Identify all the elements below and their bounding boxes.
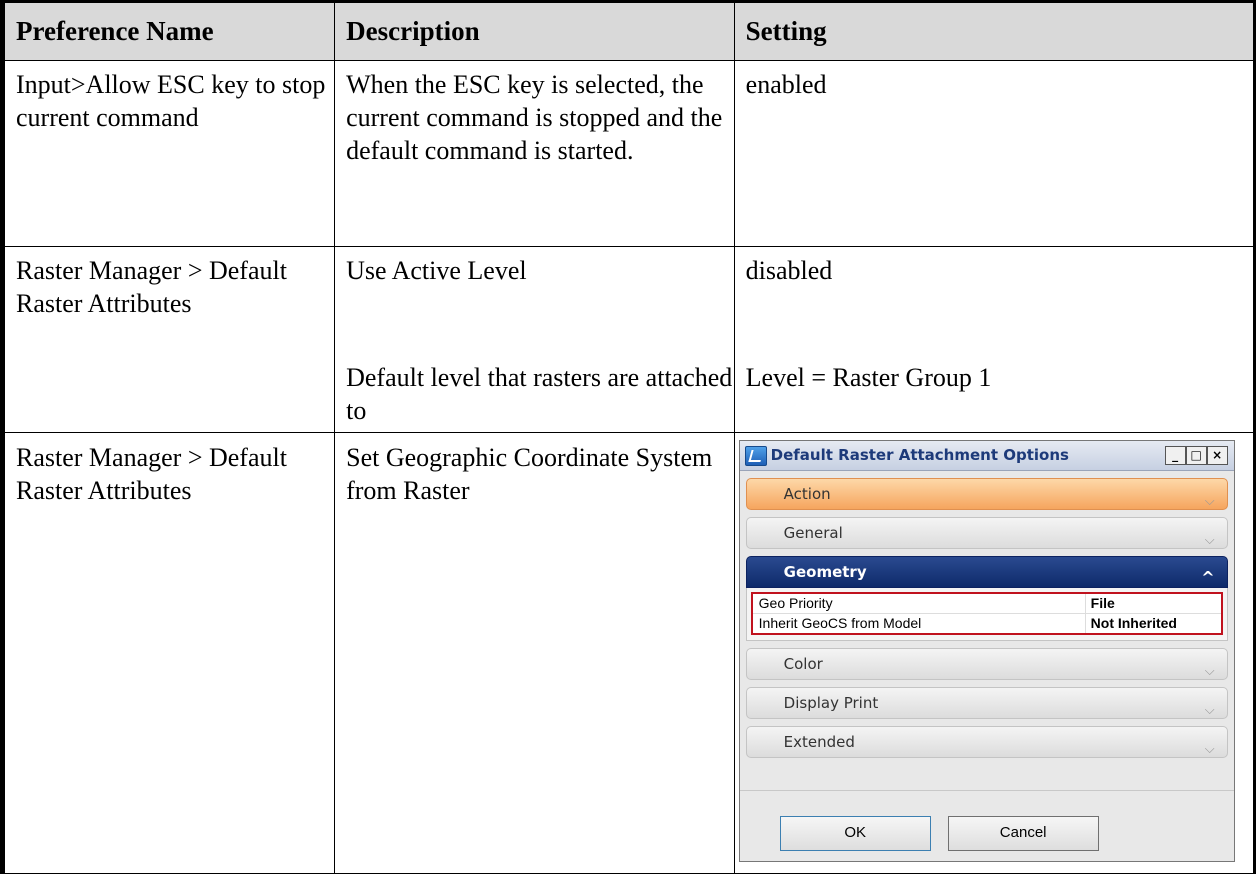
setting-cell: enabled <box>733 60 1256 247</box>
dialog-footer: OK Cancel <box>739 790 1234 861</box>
section-label: Extended <box>783 732 855 751</box>
section-label: Action <box>783 484 831 503</box>
chevron-down-icon: ⌵ <box>1204 664 1215 679</box>
table-row: Raster Manager > Default Raster Attribut… <box>1 432 1256 874</box>
table-row: Input>Allow ESC key to stop current comm… <box>1 60 1256 247</box>
dialog-title: Default Raster Attachment Options <box>770 446 1069 464</box>
description-cell: Use Active Level Default level that rast… <box>334 246 735 433</box>
setting-cell: Default Raster Attachment Options _ □ × … <box>733 432 1256 874</box>
chevron-down-icon: ⌵ <box>1204 533 1215 548</box>
section-display-print[interactable]: Display Print ⌵ <box>745 687 1228 719</box>
setting-text: disabled <box>745 256 833 285</box>
description-cell: When the ESC key is selected, the curren… <box>334 60 735 247</box>
section-label: Geometry <box>783 562 867 581</box>
app-icon <box>744 445 767 466</box>
cancel-button[interactable]: Cancel <box>947 816 1099 851</box>
raster-attachment-dialog: Default Raster Attachment Options _ □ × … <box>738 440 1235 862</box>
section-general[interactable]: General ⌵ <box>745 517 1228 549</box>
section-action[interactable]: Action ⌵ <box>745 478 1228 510</box>
ok-button[interactable]: OK <box>779 816 931 851</box>
preference-name-cell: Raster Manager > Default Raster Attribut… <box>1 246 336 433</box>
preferences-table: Preference Name Description Setting Inpu… <box>0 0 1256 874</box>
geometry-panel: Geo Priority File Inherit GeoCS from Mod… <box>745 588 1228 641</box>
property-name: Geo Priority <box>753 594 1086 613</box>
minimize-button[interactable]: _ <box>1164 446 1186 465</box>
section-extended[interactable]: Extended ⌵ <box>745 726 1228 758</box>
header-row: Preference Name Description Setting <box>1 1 1256 61</box>
section-geometry[interactable]: Geometry ^ <box>745 556 1228 588</box>
section-label: General <box>783 523 843 542</box>
property-value[interactable]: File <box>1086 594 1221 613</box>
property-value[interactable]: Not Inherited <box>1086 614 1221 633</box>
chevron-up-icon: ^ <box>1201 568 1215 587</box>
chevron-down-icon: ⌵ <box>1204 742 1215 757</box>
section-color[interactable]: Color ⌵ <box>745 648 1228 680</box>
preference-name-cell: Raster Manager > Default Raster Attribut… <box>1 432 336 874</box>
setting-text: Level = Raster Group 1 <box>745 363 992 392</box>
chevron-down-icon: ⌵ <box>1204 494 1215 509</box>
chevron-down-icon: ⌵ <box>1204 703 1215 718</box>
property-grid: Geo Priority File Inherit GeoCS from Mod… <box>750 592 1223 635</box>
dialog-title-bar: Default Raster Attachment Options _ □ × <box>739 441 1234 471</box>
window-controls: _ □ × <box>1164 446 1228 465</box>
header-setting: Setting <box>733 1 1256 61</box>
setting-cell: disabled Level = Raster Group 1 <box>733 246 1256 433</box>
maximize-button[interactable]: □ <box>1185 446 1207 465</box>
description-cell: Set Geographic Coordinate System from Ra… <box>334 432 735 874</box>
property-row[interactable]: Geo Priority File <box>752 594 1221 614</box>
property-name: Inherit GeoCS from Model <box>753 614 1086 633</box>
close-button[interactable]: × <box>1206 446 1228 465</box>
section-label: Display Print <box>783 693 879 712</box>
header-preference-name: Preference Name <box>1 1 336 61</box>
header-description: Description <box>334 1 735 61</box>
table-row: Raster Manager > Default Raster Attribut… <box>1 246 1256 433</box>
property-row[interactable]: Inherit GeoCS from Model Not Inherited <box>753 614 1221 633</box>
description-text: Use Active Level <box>346 256 527 285</box>
section-label: Color <box>783 654 823 673</box>
preference-name-cell: Input>Allow ESC key to stop current comm… <box>1 60 336 247</box>
description-text: Default level that rasters are attached … <box>346 363 733 425</box>
